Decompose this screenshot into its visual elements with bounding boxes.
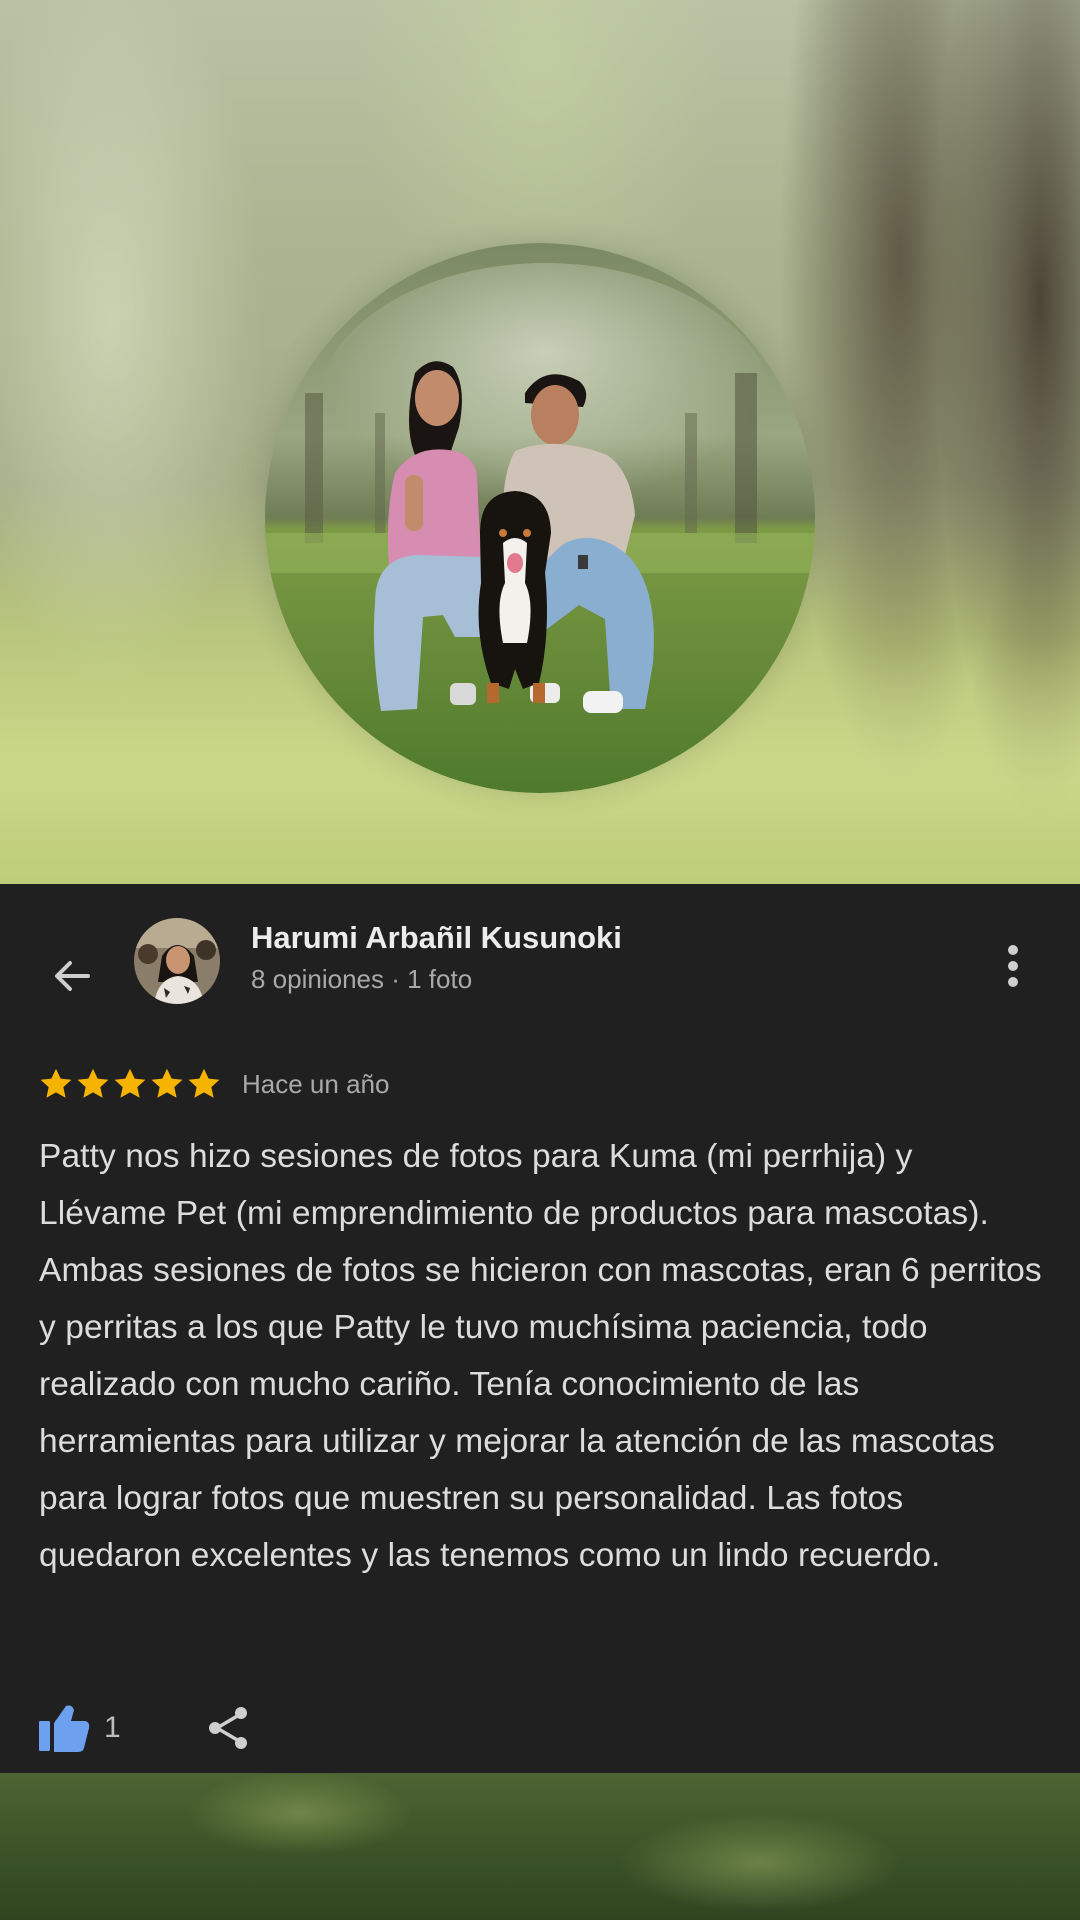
avatar-photo <box>134 918 220 1004</box>
star-icon <box>114 1068 146 1098</box>
bottom-background <box>0 1773 1080 1920</box>
profile-photo-image <box>265 243 815 793</box>
star-rating <box>38 1066 222 1102</box>
hero-background <box>0 0 1080 884</box>
star-icon <box>151 1068 183 1098</box>
star-icon <box>40 1068 72 1098</box>
more-options-button[interactable] <box>990 936 1036 996</box>
review-card: Harumi Arbañil Kusunoki 8 opiniones · 1 … <box>0 884 1080 1773</box>
rating-row: Hace un año <box>38 1064 389 1104</box>
star-icon <box>188 1068 220 1098</box>
star-icon <box>77 1068 109 1098</box>
arrow-back-icon <box>55 961 90 991</box>
review-date: Hace un año <box>242 1068 390 1099</box>
screen: Harumi Arbañil Kusunoki 8 opiniones · 1 … <box>0 0 1080 1920</box>
like-button[interactable]: 1 <box>38 1703 121 1753</box>
share-icon <box>208 1707 247 1749</box>
profile-photo[interactable] <box>265 243 815 793</box>
like-count: 1 <box>104 1711 121 1744</box>
review-actions: 1 <box>38 1700 251 1756</box>
share-button[interactable] <box>205 1705 251 1751</box>
thumbs-up-icon <box>39 1705 90 1752</box>
reviewer-meta: 8 opiniones · 1 foto <box>251 964 473 994</box>
back-button[interactable] <box>42 946 102 1006</box>
more-vert-icon <box>1008 945 1018 987</box>
review-text: Patty nos hizo sesiones de fotos para Ku… <box>39 1138 1042 1574</box>
reviewer-name[interactable]: Harumi Arbañil Kusunoki <box>251 920 622 956</box>
avatar[interactable] <box>134 918 220 1004</box>
